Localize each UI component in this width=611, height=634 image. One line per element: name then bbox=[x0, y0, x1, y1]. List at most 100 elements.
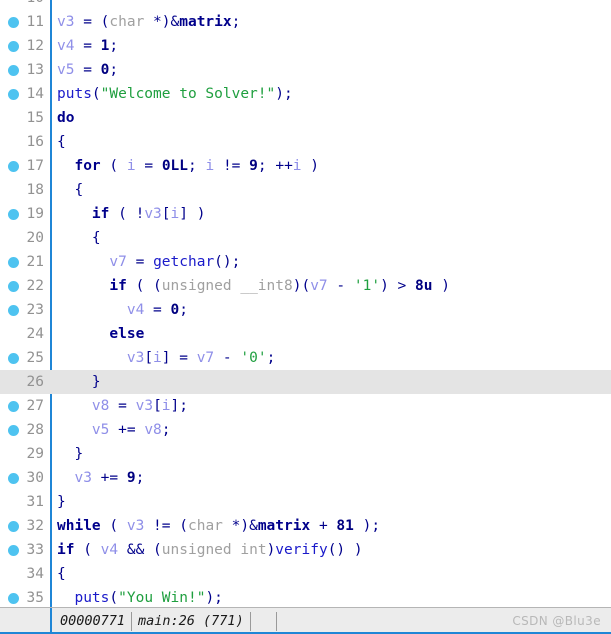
breakpoint-dot-icon[interactable] bbox=[8, 521, 19, 532]
breakpoint-dot-icon[interactable] bbox=[8, 593, 19, 604]
line-gutter[interactable]: 34 bbox=[0, 562, 51, 586]
token-punct: && ( bbox=[118, 542, 162, 558]
code-line[interactable]: 18 { bbox=[0, 178, 611, 202]
code-line[interactable]: 10 bbox=[0, 0, 611, 10]
breakpoint-dot-icon[interactable] bbox=[8, 209, 19, 220]
breakpoint-dot-icon[interactable] bbox=[8, 41, 19, 52]
token-var: v7 bbox=[310, 278, 328, 294]
code-line[interactable]: 19 if ( !v3[i] ) bbox=[0, 202, 611, 226]
line-gutter[interactable]: 18 bbox=[0, 178, 51, 202]
line-gutter[interactable]: 25 bbox=[0, 346, 51, 370]
token-punct: = bbox=[126, 254, 154, 270]
code-line[interactable]: 17 for ( i = 0LL; i != 9; ++i ) bbox=[0, 154, 611, 178]
breakpoint-dot-icon[interactable] bbox=[8, 161, 19, 172]
code-line-text: v3 += 9; bbox=[57, 466, 144, 490]
code-line[interactable]: 25 v3[i] = v7 - '0'; bbox=[0, 346, 611, 370]
code-line[interactable]: 11 v3 = (char *)&matrix; bbox=[0, 10, 611, 34]
code-line-text: v3 = (char *)&matrix; bbox=[57, 10, 240, 34]
token-kw: if bbox=[109, 278, 127, 294]
token-num: 9 bbox=[249, 158, 258, 174]
code-line[interactable]: 15 do bbox=[0, 106, 611, 130]
token-var: v3 bbox=[57, 14, 75, 30]
line-gutter[interactable]: 11 bbox=[0, 10, 51, 34]
code-line-text: v3[i] = v7 - '0'; bbox=[57, 346, 275, 370]
token-num: 0LL bbox=[161, 158, 189, 174]
code-line[interactable]: 26 } bbox=[0, 370, 611, 394]
token-fn: getchar bbox=[153, 254, 215, 270]
line-gutter[interactable]: 26 bbox=[0, 370, 51, 394]
code-line[interactable]: 24 else bbox=[0, 322, 611, 346]
status-bar-left-rule bbox=[50, 608, 52, 634]
line-gutter[interactable]: 14 bbox=[0, 82, 51, 106]
breakpoint-dot-icon[interactable] bbox=[8, 473, 19, 484]
token-punct: = bbox=[109, 398, 136, 414]
code-line-text: } bbox=[57, 370, 101, 394]
breakpoint-dot-icon[interactable] bbox=[8, 281, 19, 292]
line-number: 11 bbox=[26, 14, 44, 30]
code-line[interactable]: 16 { bbox=[0, 130, 611, 154]
token-fn: verify bbox=[275, 542, 328, 558]
code-line[interactable]: 30 v3 += 9; bbox=[0, 466, 611, 490]
line-number: 17 bbox=[26, 158, 44, 174]
line-gutter[interactable]: 15 bbox=[0, 106, 51, 130]
line-gutter[interactable]: 16 bbox=[0, 130, 51, 154]
token-punct: ( bbox=[109, 590, 119, 606]
breakpoint-dot-icon[interactable] bbox=[8, 353, 19, 364]
token-str: '1' bbox=[353, 278, 381, 294]
code-line-text: v8 = v3[i]; bbox=[57, 394, 188, 418]
code-line-list: 10 11 v3 = (char *)&matrix;12v4 = 1;13v5 =… bbox=[0, 0, 611, 607]
breakpoint-dot-icon[interactable] bbox=[8, 425, 19, 436]
line-gutter[interactable]: 19 bbox=[0, 202, 51, 226]
line-gutter[interactable]: 10 bbox=[0, 0, 51, 10]
code-line-text: if ( v4 && (unsigned int)verify() ) bbox=[57, 538, 363, 562]
code-line[interactable]: 14 puts("Welcome to Solver!"); bbox=[0, 82, 611, 106]
line-gutter[interactable]: 29 bbox=[0, 442, 51, 466]
line-gutter[interactable]: 17 bbox=[0, 154, 51, 178]
breakpoint-dot-icon[interactable] bbox=[8, 545, 19, 556]
line-number: 21 bbox=[26, 254, 44, 270]
breakpoint-dot-icon[interactable] bbox=[8, 65, 19, 76]
code-line[interactable]: 32 while ( v3 != (char *)&matrix + 81 ); bbox=[0, 514, 611, 538]
token-punct: () ) bbox=[327, 542, 363, 558]
line-gutter[interactable]: 20 bbox=[0, 226, 51, 250]
line-gutter[interactable]: 35 bbox=[0, 586, 51, 607]
code-line[interactable]: 35 puts("You Win!"); bbox=[0, 586, 611, 607]
breakpoint-dot-icon[interactable] bbox=[8, 89, 19, 100]
code-line[interactable]: 13 v5 = 0; bbox=[0, 58, 611, 82]
code-line[interactable]: 20 { bbox=[0, 226, 611, 250]
line-gutter[interactable]: 32 bbox=[0, 514, 51, 538]
line-gutter[interactable]: 21 bbox=[0, 250, 51, 274]
code-line[interactable]: 28 v5 += v8; bbox=[0, 418, 611, 442]
token-var: v8 bbox=[144, 422, 162, 438]
line-gutter[interactable]: 28 bbox=[0, 418, 51, 442]
line-gutter[interactable]: 23 bbox=[0, 298, 51, 322]
code-line[interactable]: 34 { bbox=[0, 562, 611, 586]
code-line-text: { bbox=[57, 562, 66, 586]
line-gutter[interactable]: 30 bbox=[0, 466, 51, 490]
line-gutter[interactable]: 27 bbox=[0, 394, 51, 418]
line-number: 33 bbox=[26, 542, 44, 558]
breakpoint-dot-icon[interactable] bbox=[8, 401, 19, 412]
code-line[interactable]: 21 v7 = getchar(); bbox=[0, 250, 611, 274]
line-gutter[interactable]: 31 bbox=[0, 490, 51, 514]
breakpoint-dot-icon[interactable] bbox=[8, 257, 19, 268]
line-gutter[interactable]: 33 bbox=[0, 538, 51, 562]
token-punct: *)& bbox=[144, 14, 180, 30]
breakpoint-dot-icon[interactable] bbox=[8, 305, 19, 316]
breakpoint-dot-icon[interactable] bbox=[8, 17, 19, 28]
code-line[interactable]: 12 v4 = 1; bbox=[0, 34, 611, 58]
line-gutter[interactable]: 13 bbox=[0, 58, 51, 82]
code-line-text: } bbox=[57, 490, 66, 514]
line-gutter[interactable]: 12 bbox=[0, 34, 51, 58]
line-number: 18 bbox=[26, 182, 44, 198]
line-gutter[interactable]: 22 bbox=[0, 274, 51, 298]
code-line[interactable]: 27 v8 = v3[i]; bbox=[0, 394, 611, 418]
code-line[interactable]: 22 if ( (unsigned __int8)(v7 - '1') > 8u… bbox=[0, 274, 611, 298]
code-line-text: for ( i = 0LL; i != 9; ++i ) bbox=[57, 154, 319, 178]
pseudocode-view[interactable]: 10 11 v3 = (char *)&matrix;12v4 = 1;13v5 =… bbox=[0, 0, 611, 607]
code-line[interactable]: 23 v4 = 0; bbox=[0, 298, 611, 322]
code-line[interactable]: 31} bbox=[0, 490, 611, 514]
code-line[interactable]: 29 } bbox=[0, 442, 611, 466]
code-line[interactable]: 33 if ( v4 && (unsigned int)verify() ) bbox=[0, 538, 611, 562]
line-gutter[interactable]: 24 bbox=[0, 322, 51, 346]
